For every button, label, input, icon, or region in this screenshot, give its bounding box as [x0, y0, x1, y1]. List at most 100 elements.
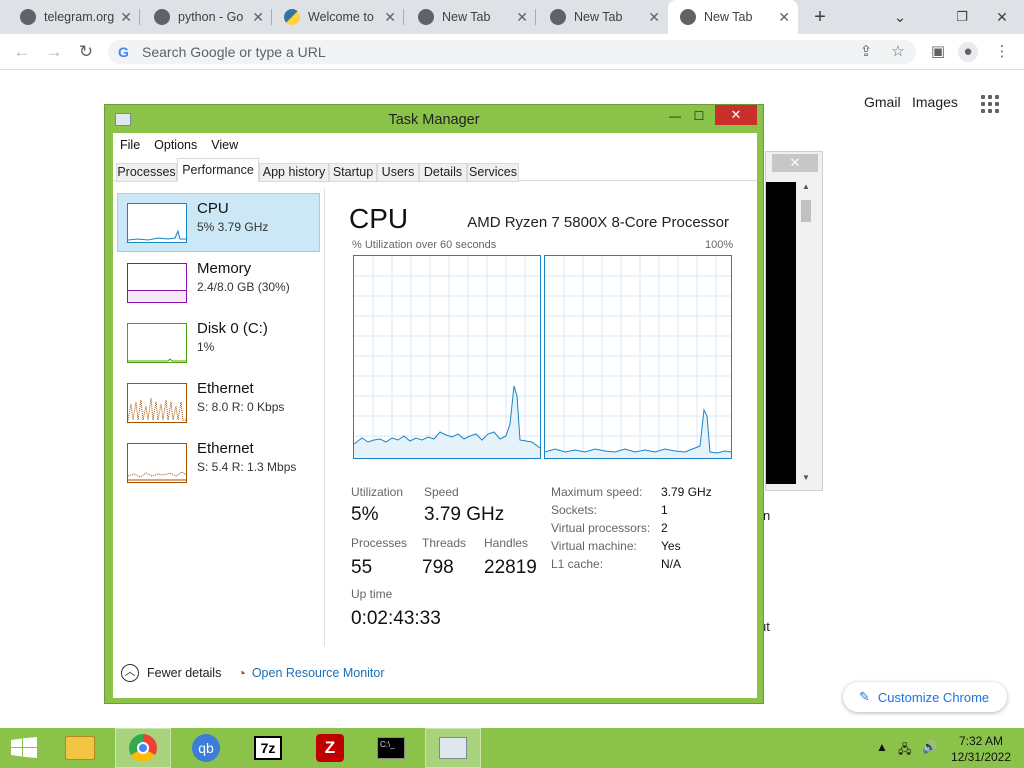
python-icon	[284, 9, 300, 25]
customize-chrome-button[interactable]: ✎ Customize Chrome	[843, 682, 1007, 712]
spec-label: Sockets:	[551, 503, 598, 517]
tab-details[interactable]: Details	[419, 163, 467, 182]
new-tab-button[interactable]: +	[800, 0, 840, 34]
title-bar[interactable]: Task Manager — ☐ ✕	[105, 105, 763, 133]
processor-name: AMD Ryzen 7 5800X 8-Core Processor	[467, 214, 729, 231]
fewer-details-link[interactable]: Fewer details	[147, 666, 221, 680]
close-icon[interactable]: ✕	[715, 105, 757, 125]
address-placeholder: Search Google or type a URL	[142, 44, 326, 60]
file-explorer-icon[interactable]	[52, 728, 108, 768]
resource-list: CPU 5% 3.79 GHz Memory 2.4/8.0 GB (30%) …	[113, 183, 323, 653]
network-icon[interactable]: 🖧	[898, 740, 911, 761]
handles-value: 22819	[484, 557, 537, 578]
close-icon[interactable]: ✕	[252, 9, 264, 26]
tab-services[interactable]: Services	[467, 163, 519, 182]
spec-label: Virtual machine:	[551, 539, 637, 553]
resource-monitor-icon: ◔	[237, 665, 246, 681]
chevron-up-icon[interactable]: ︿	[121, 664, 139, 682]
clock[interactable]: 7:32 AM 12/31/2022	[946, 733, 1016, 765]
resource-memory[interactable]: Memory 2.4/8.0 GB (30%)	[117, 253, 320, 312]
handles-label: Handles	[484, 536, 529, 550]
tab-bar: Processes Performance App history Startu…	[113, 158, 757, 182]
browser-tab[interactable]: Welcome to ✕	[272, 0, 404, 34]
close-icon[interactable]: ✕	[516, 9, 528, 26]
forward-icon[interactable]: →	[42, 41, 66, 63]
menu-file[interactable]: File	[113, 135, 147, 155]
task-manager-body: File Options View Processes Performance …	[113, 133, 757, 698]
spec-label: Maximum speed:	[551, 485, 643, 499]
resource-cpu[interactable]: CPU 5% 3.79 GHz	[117, 193, 320, 252]
filezilla-icon[interactable]: Z	[302, 728, 358, 768]
images-link[interactable]: Images	[912, 94, 958, 110]
close-icon[interactable]: ✕	[648, 9, 660, 26]
volume-icon[interactable]: 🔊	[922, 740, 937, 754]
chrome-icon[interactable]	[115, 728, 171, 768]
menu-dots-icon[interactable]: ⋮	[992, 42, 1012, 62]
pencil-icon: ✎	[859, 689, 870, 704]
background-dialog: ✕ ▲ ▼	[765, 151, 823, 491]
processes-value: 55	[351, 557, 373, 578]
gmail-link[interactable]: Gmail	[864, 94, 901, 110]
tab-startup[interactable]: Startup	[329, 163, 377, 182]
resource-ethernet-2[interactable]: Ethernet S: 5.4 R: 1.3 Mbps	[117, 433, 320, 492]
close-icon[interactable]: ✕	[772, 154, 818, 172]
cpu-thumbnail	[127, 203, 187, 243]
bookmark-star-icon[interactable]: ☆	[888, 42, 908, 62]
disk-thumbnail	[127, 323, 187, 363]
restore-icon[interactable]: ❐	[942, 0, 982, 34]
taskmanager-icon[interactable]	[425, 728, 481, 768]
show-hidden-icons[interactable]: ▲	[876, 740, 888, 754]
resource-disk[interactable]: Disk 0 (C:) 1%	[117, 313, 320, 372]
spec-value: Yes	[661, 539, 681, 553]
reload-icon[interactable]: ↻	[74, 41, 98, 63]
browser-tab[interactable]: python - Go ✕	[140, 0, 272, 34]
globe-icon	[154, 9, 170, 25]
spec-label: Virtual processors:	[551, 521, 651, 535]
spec-label: L1 cache:	[551, 557, 604, 571]
browser-tab[interactable]: New Tab ✕	[536, 0, 668, 34]
open-resource-monitor-link[interactable]: Open Resource Monitor	[252, 666, 385, 680]
close-icon[interactable]: ✕	[384, 9, 396, 26]
tab-strip: telegram.org ✕ python - Go ✕ Welcome to …	[0, 0, 1024, 34]
profile-icon[interactable]: ●	[958, 42, 978, 62]
tab-app-history[interactable]: App history	[259, 163, 329, 182]
console-area	[766, 182, 796, 484]
pane-divider	[324, 188, 325, 646]
maximize-icon[interactable]: ☐	[689, 106, 709, 126]
back-icon[interactable]: ←	[10, 41, 34, 63]
close-icon[interactable]: ✕	[778, 9, 790, 26]
close-window-icon[interactable]: ✕	[982, 0, 1022, 34]
tab-users[interactable]: Users	[377, 163, 419, 182]
address-bar[interactable]: G Search Google or type a URL	[108, 40, 916, 64]
resource-ethernet-1[interactable]: Ethernet S: 8.0 R: 0 Kbps	[117, 373, 320, 432]
ethernet-thumbnail	[127, 383, 187, 423]
footer: ︿ Fewer details ◔ Open Resource Monitor	[121, 664, 385, 682]
qbittorrent-icon[interactable]: qb	[178, 728, 234, 768]
browser-tab-active[interactable]: New Tab ✕	[668, 0, 798, 34]
tab-performance[interactable]: Performance	[177, 158, 259, 182]
spec-value: N/A	[661, 557, 682, 571]
threads-value: 798	[422, 557, 454, 578]
taskbar: qb 7z Z C:\_ ▲ 🖧 🔊 7:32 AM 12/31/2022	[0, 728, 1024, 768]
google-icon: G	[118, 44, 129, 60]
close-icon[interactable]: ✕	[120, 9, 132, 26]
7zip-icon[interactable]: 7z	[240, 728, 296, 768]
chrome-icon	[680, 9, 696, 25]
browser-tab[interactable]: telegram.org ✕	[0, 0, 140, 34]
processes-label: Processes	[351, 536, 408, 550]
menu-options[interactable]: Options	[147, 135, 204, 155]
menu-view[interactable]: View	[204, 135, 245, 155]
utilization-value: 5%	[351, 504, 379, 525]
browser-tab[interactable]: New Tab ✕	[404, 0, 536, 34]
windows-start-icon[interactable]	[0, 728, 48, 768]
google-apps-icon[interactable]	[981, 95, 999, 113]
graph-max-label: 100%	[705, 239, 734, 251]
minimize-icon[interactable]: —	[665, 106, 685, 126]
scrollbar[interactable]: ▲ ▼	[798, 182, 814, 484]
share-icon[interactable]: ⇪	[856, 42, 876, 62]
cmd-icon[interactable]: C:\_	[363, 728, 419, 768]
tab-search-icon[interactable]: ⌄	[880, 0, 920, 34]
side-panel-icon[interactable]: ▣	[928, 42, 948, 62]
menu-bar: File Options View	[113, 135, 245, 155]
tab-processes[interactable]: Processes	[116, 163, 177, 182]
